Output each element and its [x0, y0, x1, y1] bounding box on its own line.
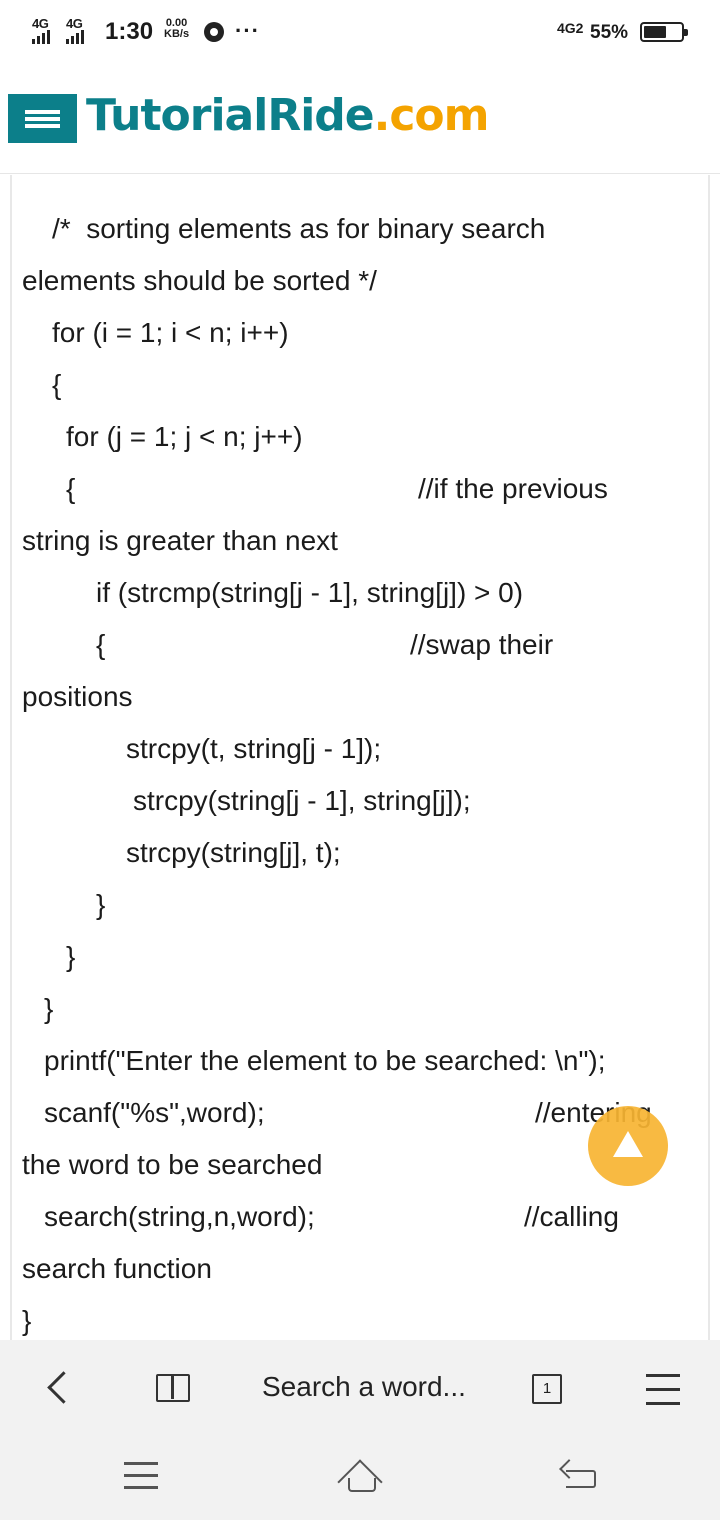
back-button[interactable]: [44, 1372, 68, 1406]
code-line: for (i = 1; i < n; i++): [52, 317, 289, 348]
code-line: printf("Enter the element to be searched…: [44, 1045, 606, 1076]
code-line: strcpy(string[j - 1], string[j]);: [133, 785, 471, 816]
code-line: strcpy(t, string[j - 1]);: [126, 733, 382, 764]
code-comment: //calling: [524, 1201, 619, 1232]
network-type-label: 4G: [66, 16, 83, 31]
browser-menu-button[interactable]: [646, 1374, 680, 1405]
code-line: strcpy(string[j], t);: [126, 837, 341, 868]
system-back-button[interactable]: [559, 1459, 598, 1490]
network-type-label: 4G2: [557, 20, 584, 36]
reader-mode-button[interactable]: [156, 1374, 190, 1402]
code-line: if (strcmp(string[j - 1], string[j]) > 0…: [96, 577, 524, 608]
code-line: {: [52, 369, 62, 400]
hamburger-icon: [646, 1374, 680, 1377]
code-comment: //if the previous: [418, 473, 608, 504]
logo-brand: TutorialRide: [86, 90, 375, 141]
system-nav-bar: [0, 1438, 720, 1520]
browser-notification-icon: [204, 22, 224, 42]
home-button[interactable]: [334, 1458, 386, 1492]
recent-apps-button[interactable]: [124, 1460, 158, 1490]
code-line: string is greater than next: [22, 525, 338, 556]
code-line: }: [66, 941, 76, 972]
search-word-input[interactable]: Search a word...: [262, 1371, 466, 1403]
code-line: {: [66, 473, 76, 504]
status-time: 1:30: [105, 18, 154, 45]
battery-percent: 55%: [590, 22, 629, 43]
code-line: for (j = 1; j < n; j++): [66, 421, 303, 452]
network-type-label: 4G: [32, 16, 49, 31]
more-notifications-icon: ···: [235, 18, 260, 43]
logo-tld: .com: [373, 90, 490, 141]
code-line: }: [44, 993, 54, 1024]
code-line: search function: [22, 1253, 212, 1284]
code-line: /* sorting elements as for binary search: [52, 213, 546, 244]
battery-icon: [640, 22, 688, 42]
site-logo[interactable]: TutorialRide.com: [86, 90, 489, 141]
code-line: elements should be sorted */: [22, 265, 377, 296]
code-line: positions: [22, 681, 133, 712]
recent-apps-icon: [124, 1462, 158, 1465]
code-line: }: [96, 889, 106, 920]
code-line: the word to be searched: [22, 1149, 323, 1180]
arrow-up-icon: [613, 1131, 643, 1157]
network-speed-unit: KB/s: [164, 28, 190, 40]
code-line: }: [22, 1305, 32, 1336]
network-speed: 0.00 KB/s: [164, 18, 189, 40]
code-line: search(string,n,word);: [44, 1201, 315, 1232]
scroll-to-top-button[interactable]: [588, 1106, 668, 1186]
code-line: {: [96, 629, 106, 660]
tabs-button[interactable]: 1: [532, 1374, 562, 1404]
site-header: TutorialRide.com: [0, 66, 720, 174]
status-bar: 4G 4G 1:30 0.00 KB/s ··· 4G2 55%: [0, 0, 720, 66]
code-comment: //swap their: [410, 629, 554, 660]
browser-toolbar: Search a word... 1: [0, 1340, 720, 1438]
signal-icon: 4G: [66, 16, 92, 46]
code-line: scanf("%s",word);: [44, 1097, 265, 1128]
signal-icon: 4G: [32, 16, 58, 46]
site-menu-button[interactable]: [8, 94, 77, 143]
